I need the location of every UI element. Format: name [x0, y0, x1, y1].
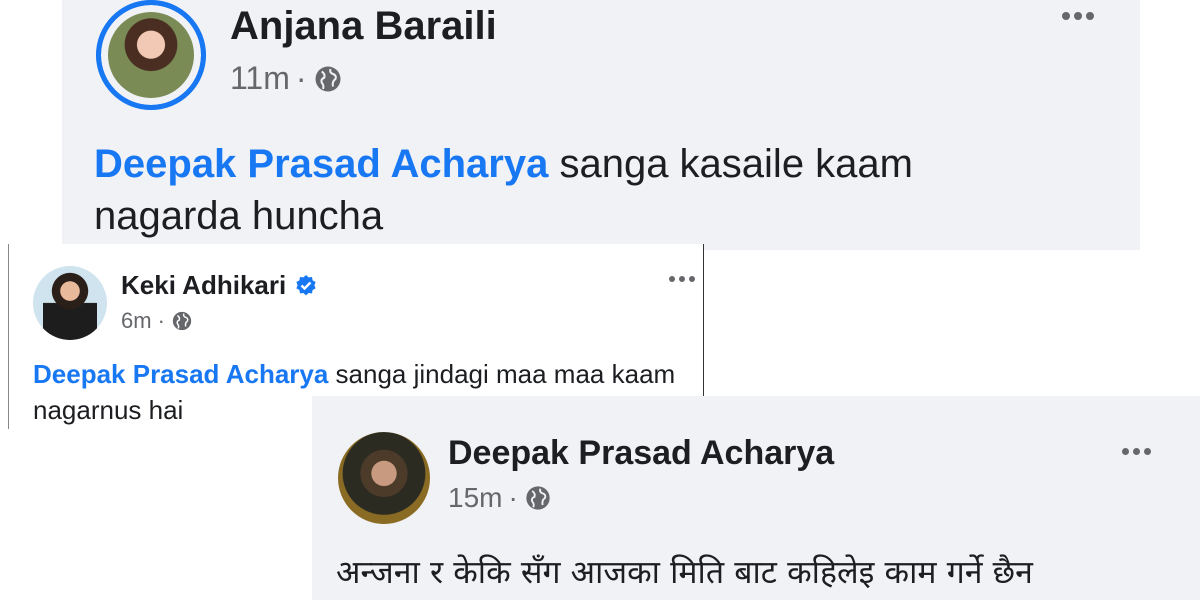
- author-avatar[interactable]: [33, 266, 107, 340]
- more-options-icon[interactable]: [1122, 448, 1151, 455]
- verified-badge-icon: [296, 274, 316, 295]
- post-body: अन्जना र केकि सँग आजका मिति बाट कहिलेइ क…: [336, 553, 1033, 591]
- author-name[interactable]: Deepak Prasad Acharya: [448, 434, 834, 473]
- post-time[interactable]: 11m: [230, 60, 290, 97]
- post-anjana: Anjana Baraili 11m · Deepak Prasad Achar…: [62, 0, 1140, 250]
- author-name[interactable]: Keki Adhikari: [121, 270, 318, 301]
- post-time[interactable]: 6m: [121, 308, 152, 334]
- post-time[interactable]: 15m: [448, 482, 502, 514]
- author-name-text[interactable]: Keki Adhikari: [121, 270, 286, 301]
- post-meta: 15m ·: [448, 482, 552, 514]
- author-avatar[interactable]: [338, 432, 430, 524]
- post-meta: 11m ·: [230, 60, 343, 97]
- globe-icon: [315, 66, 341, 91]
- more-options-icon[interactable]: [1062, 12, 1094, 20]
- author-name[interactable]: Anjana Baraili: [230, 4, 497, 49]
- more-options-icon[interactable]: [669, 276, 695, 282]
- author-avatar[interactable]: [96, 0, 206, 110]
- globe-icon: [172, 311, 192, 331]
- globe-icon: [526, 486, 550, 510]
- meta-separator: ·: [508, 482, 518, 513]
- mention-link[interactable]: Deepak Prasad Acharya: [33, 359, 328, 389]
- meta-separator: ·: [295, 60, 307, 96]
- post-deepak: Deepak Prasad Acharya 15m · अन्जना र केक…: [312, 396, 1200, 600]
- mention-link[interactable]: Deepak Prasad Acharya: [94, 142, 548, 186]
- post-body: Deepak Prasad Acharya sanga kasaile kaam…: [94, 138, 1014, 242]
- post-meta: 6m ·: [121, 308, 193, 334]
- meta-separator: ·: [157, 308, 165, 333]
